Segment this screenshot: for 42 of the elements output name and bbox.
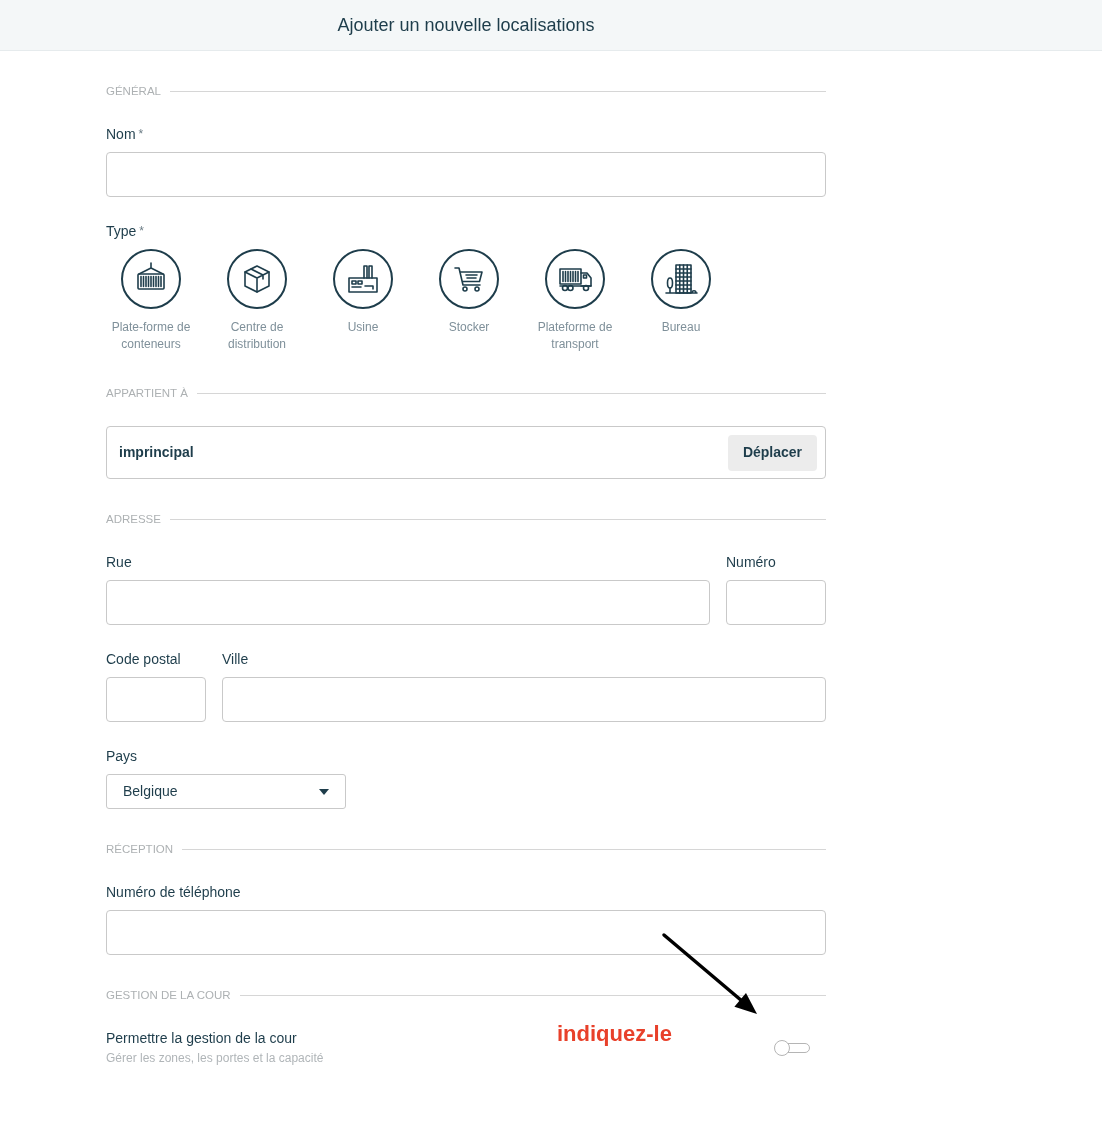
move-button[interactable]: Déplacer [728,434,817,471]
toggle-switch[interactable] [774,1039,810,1056]
page-title: Ajouter un nouvelle localisations [336,14,596,37]
section-heading: GÉNÉRAL [106,84,161,98]
field-label: Ville [222,650,249,669]
field-label: Numéro de téléphone [106,883,241,902]
input-field[interactable] [106,580,710,625]
type-option[interactable]: Centre de distribution [212,249,302,353]
setting-label: Permettre la gestion de la cour [106,1029,298,1048]
field-label: Rue [106,553,132,572]
caret-icon [319,788,329,795]
input-field[interactable] [106,910,826,955]
office-building-icon [651,249,711,309]
parent-location-name: imprincipal [119,443,194,462]
section-heading: GESTION DE LA COUR [106,988,231,1002]
input-field[interactable] [222,677,826,722]
field-label: Numéro [726,553,776,572]
input-field[interactable] [726,580,826,625]
truck-icon [545,249,605,309]
box-icon [227,249,287,309]
annotation-text: indiquez-le [557,1021,672,1047]
field-label: Nom [106,126,136,142]
section-heading: ADRESSE [106,512,161,526]
type-option[interactable]: Plate-forme de conteneurs [106,249,196,353]
type-option[interactable]: Plateforme de transport [530,249,620,353]
section-heading: APPARTIENT À [106,386,188,400]
input-field[interactable] [106,152,826,197]
required-mark: * [138,127,144,141]
factory-icon [333,249,393,309]
required-mark: * [139,224,145,238]
field-label: Type [106,223,137,239]
field-label: Pays [106,747,138,766]
type-option[interactable]: Bureau [636,249,726,353]
type-option[interactable]: Stocker [424,249,514,353]
shopping-cart-icon [439,249,499,309]
country-select[interactable]: Belgique [106,774,346,809]
shipping-container-icon [121,249,181,309]
input-field[interactable] [106,677,206,722]
type-option[interactable]: Usine [318,249,408,353]
field-label: Code postal [106,650,181,669]
setting-description: Gérer les zones, les portes et la capacité [106,1050,324,1067]
section-heading: RÉCEPTION [106,842,174,856]
